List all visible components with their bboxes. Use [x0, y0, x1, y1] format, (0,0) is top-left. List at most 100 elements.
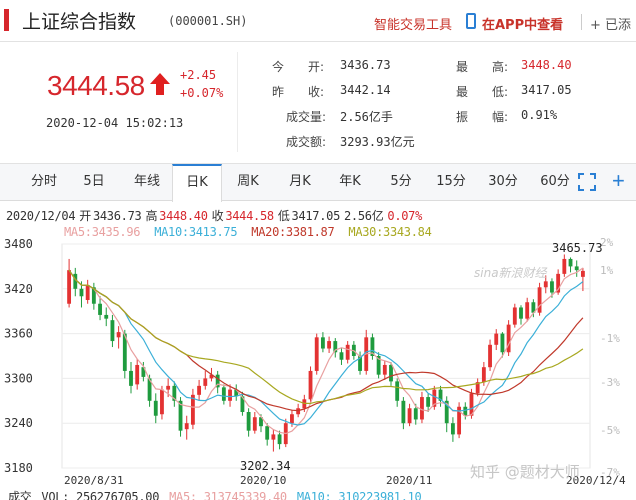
stat-label-turnover: 成交额: — [286, 135, 327, 149]
candle-up — [203, 378, 208, 386]
candle-up — [382, 364, 387, 375]
sina-watermark: sina新浪财经 — [474, 266, 547, 280]
kline-info-row: 2020/12/04 开 3436.73 高 3448.40 收 3444.58 低 3417.… — [6, 207, 426, 224]
low-annotation: 3202.34 — [240, 459, 291, 473]
stat-value-prev-close: 3442.14 — [340, 83, 391, 97]
candle-up — [488, 344, 492, 368]
candle-down — [265, 426, 270, 440]
quote-time: 2020-12-04 15:02:13 — [46, 116, 184, 130]
stat-value-high: 3448.40 — [521, 58, 572, 72]
candle-up — [135, 364, 140, 385]
candle-down — [426, 397, 431, 407]
tab-5min[interactable]: 5分 — [382, 164, 420, 200]
stat-value-low: 3417.05 — [521, 83, 572, 97]
candle-up — [296, 408, 301, 415]
stat-value-turnover: 3293.93亿元 — [340, 135, 415, 149]
candle-down — [104, 314, 109, 319]
tab-5day[interactable]: 5日 — [74, 164, 114, 200]
y-tick-label: 3300 — [4, 371, 33, 385]
candle-up — [197, 385, 202, 395]
candle-up — [327, 341, 332, 349]
candle-up — [481, 367, 486, 383]
price-change-pct: +0.07% — [180, 86, 224, 100]
candle-down — [550, 281, 554, 293]
tab-yearly-k[interactable]: 年K — [330, 164, 370, 200]
stat-value-open: 3436.73 — [340, 58, 391, 72]
period-tab-bar: 分时 5日 年线 日K 周K 月K 年K 5分 15分 30分 60分 + — [0, 163, 636, 202]
candle-up — [543, 281, 548, 288]
up-arrow-icon — [150, 73, 170, 95]
high-annotation: 3465.73 — [552, 241, 603, 255]
candle-up — [420, 397, 424, 420]
smart-trade-tool-link[interactable]: 智能交易工具 — [374, 14, 452, 33]
header-divider — [581, 14, 582, 30]
candle-up — [160, 389, 164, 415]
candle-down — [246, 412, 251, 431]
candle-down — [450, 423, 455, 435]
kline-open: 3436.73 — [92, 209, 142, 223]
stat-value-volume: 2.56亿手 — [340, 110, 393, 124]
ma20-line — [68, 269, 584, 412]
tab-15min[interactable]: 15分 — [428, 164, 474, 200]
stat-label-high: 最 高: — [456, 60, 509, 74]
kline-close-label: 收 — [211, 209, 224, 223]
candle-up — [228, 389, 232, 401]
stat-label-open: 今 开: — [272, 60, 325, 74]
stock-code: (000001.SH) — [168, 14, 248, 28]
candle-up — [85, 285, 90, 300]
tab-weekly-k[interactable]: 周K — [228, 164, 268, 200]
candle-up — [308, 370, 313, 400]
candle-down — [395, 381, 400, 401]
current-price: 3444.58 — [47, 70, 145, 101]
pct-tick-label: -1% — [600, 332, 620, 345]
volume-info-row: 成交 VOL: 256276705.00 MA5: 313745339.40 MA10… — [8, 488, 432, 500]
price-box: 3444.58 +2.45 +0.07% 2020-12-04 15:02:13 — [28, 52, 238, 152]
candle-up — [252, 417, 257, 431]
candle-down — [98, 303, 102, 315]
tab-60min[interactable]: 60分 — [532, 164, 578, 200]
add-watchlist-button[interactable]: + 已添 — [590, 14, 631, 33]
tab-daily-k[interactable]: 日K — [172, 164, 222, 202]
y-tick-label: 3240 — [4, 416, 33, 430]
add-indicator-icon[interactable]: + — [612, 170, 625, 192]
kline-volume: 2.56亿 — [344, 209, 384, 223]
candle-down — [153, 400, 158, 416]
x-tick-label: 2020/10 — [240, 474, 286, 486]
candle-down — [389, 364, 393, 382]
candle-down — [277, 434, 282, 445]
kline-high-label: 高 — [145, 209, 158, 223]
y-tick-label: 3360 — [4, 327, 33, 341]
candle-down — [574, 266, 579, 271]
candle-down — [110, 320, 115, 342]
y-tick-label: 3180 — [4, 461, 33, 475]
pct-tick-label: -5% — [600, 424, 620, 437]
kline-low-label: 低 — [277, 209, 290, 223]
view-in-app-link[interactable]: 在APP中查看 — [466, 14, 563, 33]
quote-panel: 3444.58 +2.45 +0.07% 2020-12-04 15:02:13… — [0, 42, 636, 162]
candle-up — [116, 332, 121, 338]
volume-ma5: MA5: 313745339.40 — [169, 490, 287, 500]
tab-30min[interactable]: 30分 — [480, 164, 526, 200]
tab-monthly-k[interactable]: 月K — [280, 164, 320, 200]
candle-down — [320, 337, 325, 349]
price-change: +2.45 — [180, 68, 217, 82]
candle-up — [525, 302, 530, 319]
fullscreen-icon[interactable] — [578, 173, 596, 191]
candle-up — [345, 344, 350, 360]
y-tick-label: 3420 — [4, 282, 33, 296]
kline-open-label: 开 — [79, 209, 91, 223]
pct-tick-label: 1% — [600, 264, 614, 277]
tab-yearline[interactable]: 年线 — [124, 164, 170, 200]
ma5-line — [68, 267, 584, 435]
header-bar: 上证综合指数 (000001.SH) 智能交易工具 在APP中查看 + 已添 — [0, 0, 636, 42]
candle-up — [494, 333, 499, 345]
stat-value-amplitude: 0.91% — [521, 108, 558, 122]
tab-intraday[interactable]: 分时 — [22, 164, 66, 200]
stat-label-volume: 成交量: — [286, 110, 327, 124]
ma10-line — [68, 269, 584, 426]
candle-up — [407, 408, 412, 424]
stat-label-low: 最 低: — [456, 85, 509, 99]
kline-low: 3417.05 — [291, 209, 341, 223]
stat-label-prev-close: 昨 收: — [272, 85, 325, 99]
candle-up — [290, 414, 294, 424]
